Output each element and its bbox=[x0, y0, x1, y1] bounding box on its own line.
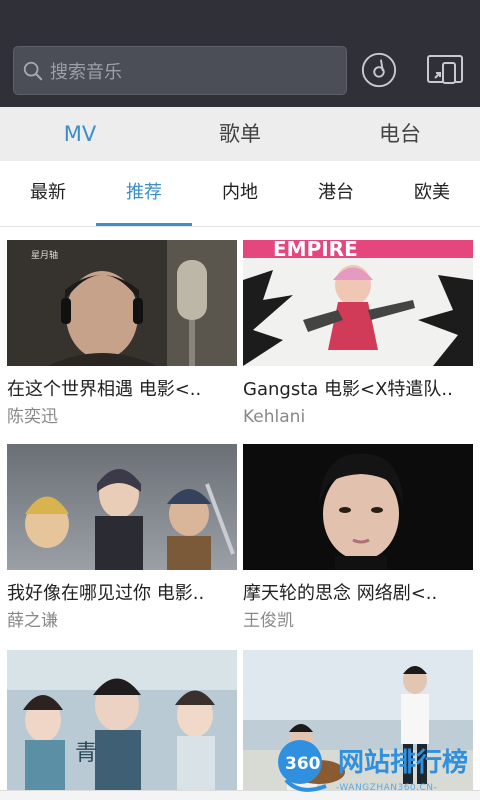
screen-cast-icon[interactable] bbox=[426, 53, 466, 89]
video-title: Gangsta 电影<X特遣队.. bbox=[243, 379, 453, 400]
watermark-badge: 360 bbox=[285, 754, 321, 774]
thumbnail-caption: EMPIRE bbox=[273, 240, 358, 261]
video-artist: Kehlani bbox=[243, 407, 306, 427]
tab-radio[interactable]: 电台 bbox=[320, 107, 480, 161]
subtab-mainland[interactable]: 内地 bbox=[192, 161, 288, 226]
video-card[interactable]: 星月轴 在这个世界相遇 电影<.. 陈奕迅 bbox=[7, 240, 237, 428]
watermark-subtext: -WANGZHAN360.CN- bbox=[336, 783, 438, 793]
video-thumbnail bbox=[7, 444, 237, 570]
video-card[interactable]: 青 bbox=[7, 650, 237, 800]
subtab-latest[interactable]: 最新 bbox=[0, 161, 96, 226]
tab-mv[interactable]: MV bbox=[0, 107, 160, 161]
tab-playlists[interactable]: 歌单 bbox=[160, 107, 320, 161]
video-thumbnail: 星月轴 bbox=[7, 240, 237, 366]
watermark-text: 网站排行榜 bbox=[338, 748, 469, 778]
video-thumbnail: EMPIRE bbox=[243, 237, 473, 366]
svg-text:青: 青 bbox=[75, 741, 97, 766]
video-thumbnail bbox=[243, 444, 473, 570]
music-disc-icon[interactable] bbox=[360, 51, 398, 89]
video-card[interactable]: EMPIRE Gangsta 电影<X特遣队.. Kehlani bbox=[243, 237, 473, 428]
top-bar: 搜索音乐 bbox=[0, 0, 480, 107]
subtab-recommended[interactable]: 推荐 bbox=[96, 161, 192, 226]
subtab-western[interactable]: 欧美 bbox=[384, 161, 480, 226]
video-card[interactable]: 我好像在哪见过你 电影.. 薛之谦 bbox=[7, 444, 237, 632]
video-title: 在这个世界相遇 电影<.. bbox=[7, 379, 202, 400]
search-box[interactable]: 搜索音乐 bbox=[13, 46, 347, 95]
search-placeholder: 搜索音乐 bbox=[50, 61, 122, 83]
video-thumbnail: 青 bbox=[7, 650, 237, 790]
video-title: 我好像在哪见过你 电影.. bbox=[7, 583, 205, 604]
video-artist: 薛之谦 bbox=[7, 611, 58, 631]
video-card[interactable]: 摩天轮的思念 网络剧<.. 王俊凯 bbox=[243, 444, 473, 632]
category-tabs: MV 歌单 电台 bbox=[0, 107, 480, 161]
sub-tabs: 最新 推荐 内地 港台 欧美 bbox=[0, 161, 480, 227]
video-title: 摩天轮的思念 网络剧<.. bbox=[243, 583, 438, 604]
subtab-hk-tw[interactable]: 港台 bbox=[288, 161, 384, 226]
search-icon bbox=[23, 61, 43, 80]
video-artist: 陈奕迅 bbox=[7, 407, 58, 427]
video-artist: 王俊凯 bbox=[243, 611, 294, 631]
thumbnail-caption: 星月轴 bbox=[31, 249, 58, 261]
